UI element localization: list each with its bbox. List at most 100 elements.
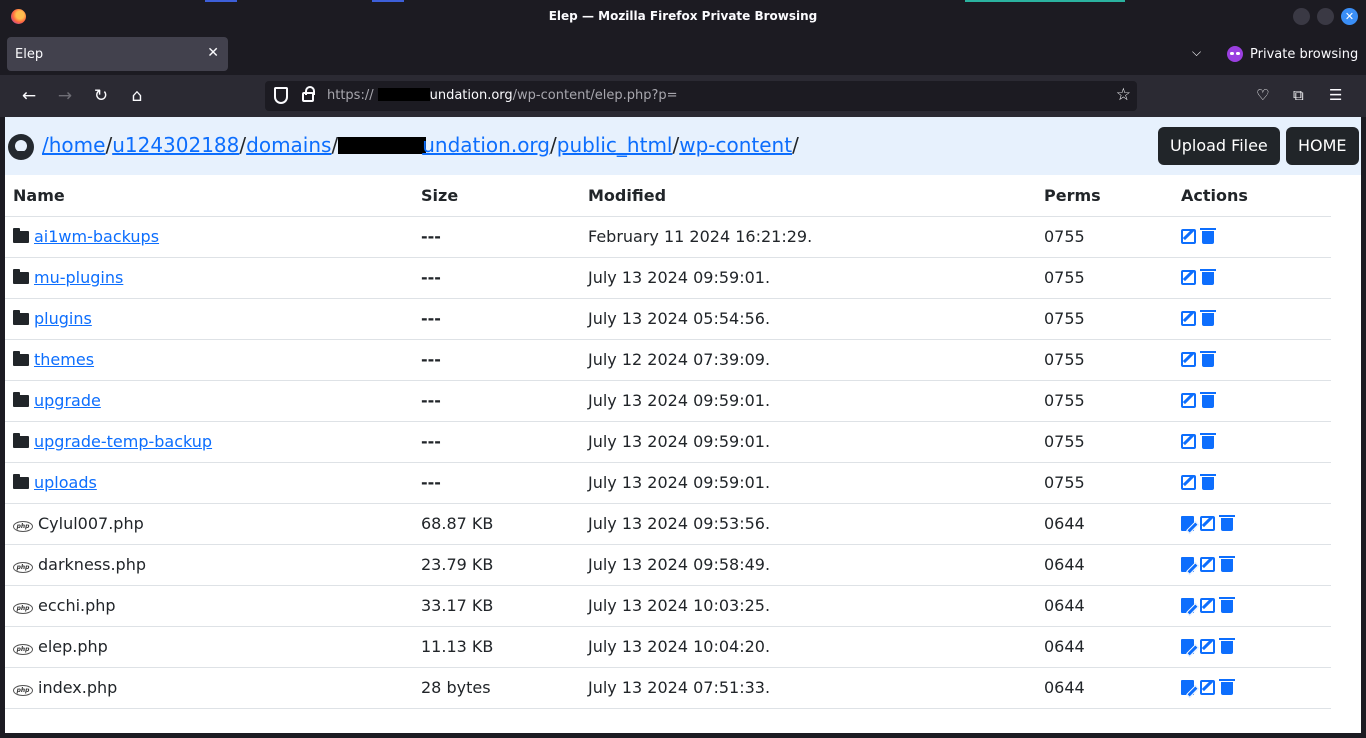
extensions-puzzle-icon[interactable]: ⧉	[1293, 86, 1304, 104]
folder-link[interactable]: upgrade-temp-backup	[34, 432, 212, 451]
folder-icon	[13, 269, 29, 284]
rename-icon[interactable]	[1200, 557, 1215, 572]
top-accent	[965, 0, 1125, 2]
delete-icon[interactable]	[1219, 679, 1235, 695]
delete-icon[interactable]	[1200, 474, 1216, 490]
cell-modified: July 13 2024 09:59:01.	[580, 421, 1036, 463]
tab-strip: Elep ✕ ⌵ Private browsing	[0, 33, 1366, 75]
folder-link[interactable]: upgrade	[34, 391, 101, 410]
file-name: Cylul007.php	[38, 514, 144, 533]
table-row: php darkness.php 23.79 KB July 13 2024 09:5…	[5, 544, 1331, 586]
cell-name: themes	[5, 339, 413, 381]
folder-link[interactable]: plugins	[34, 309, 92, 328]
edit-file-icon[interactable]	[1181, 680, 1194, 695]
reload-icon[interactable]: ↻	[91, 86, 111, 106]
rename-icon[interactable]	[1181, 475, 1196, 490]
cell-modified: July 13 2024 09:59:01.	[580, 380, 1036, 422]
bookmark-star-icon[interactable]: ☆	[1116, 85, 1131, 105]
cell-name: php index.php	[5, 667, 413, 709]
folder-icon	[13, 351, 29, 366]
breadcrumb-home[interactable]: /home	[42, 133, 105, 157]
maximize-button[interactable]	[1317, 8, 1334, 25]
rename-icon[interactable]	[1200, 639, 1215, 654]
cell-size: ---	[413, 380, 580, 422]
home-button[interactable]: HOME	[1286, 127, 1359, 165]
lock-icon[interactable]	[302, 86, 315, 102]
rename-icon[interactable]	[1181, 393, 1196, 408]
php-file-icon: php	[13, 685, 33, 696]
breadcrumb-domains[interactable]: domains	[246, 133, 331, 157]
list-all-tabs-chevron-icon[interactable]: ⌵	[1192, 45, 1201, 60]
breadcrumb-user[interactable]: u124302188	[112, 133, 239, 157]
breadcrumb-domain[interactable]: undation.org	[422, 133, 550, 157]
tracking-protection-shield-icon[interactable]	[274, 87, 288, 104]
edit-file-icon[interactable]	[1181, 639, 1194, 654]
cell-perms: 0644	[1036, 503, 1173, 545]
delete-icon[interactable]	[1219, 638, 1235, 654]
edit-file-icon[interactable]	[1181, 516, 1194, 531]
rename-icon[interactable]	[1181, 352, 1196, 367]
cell-actions	[1173, 544, 1331, 586]
cell-perms: 0755	[1036, 421, 1173, 463]
folder-link[interactable]: ai1wm-backups	[34, 227, 159, 246]
cell-perms: 0755	[1036, 216, 1173, 258]
cell-size: 33.17 KB	[413, 585, 580, 627]
pocket-icon[interactable]: ♡	[1256, 86, 1269, 104]
back-arrow-icon[interactable]: ←	[19, 86, 39, 106]
cell-name: php elep.php	[5, 626, 413, 668]
url-path: /wp-content/elep.php?p=	[512, 88, 678, 103]
rename-icon[interactable]	[1200, 516, 1215, 531]
table-row: php index.php 28 bytes July 13 2024 07:51:3…	[5, 667, 1331, 709]
cell-size: ---	[413, 462, 580, 504]
close-window-button[interactable]: ✕	[1341, 8, 1358, 25]
cell-actions	[1173, 380, 1331, 422]
url-scheme: https://	[327, 88, 374, 103]
delete-icon[interactable]	[1200, 392, 1216, 408]
minimize-button[interactable]	[1293, 8, 1310, 25]
rename-icon[interactable]	[1181, 311, 1196, 326]
url-text[interactable]: https:// undation.org/wp-content/elep.php…	[327, 88, 678, 103]
cell-size: ---	[413, 298, 580, 340]
cell-name: upgrade-temp-backup	[5, 421, 413, 463]
rename-icon[interactable]	[1181, 229, 1196, 244]
cell-name: ai1wm-backups	[5, 216, 413, 258]
delete-icon[interactable]	[1200, 228, 1216, 244]
edit-file-icon[interactable]	[1181, 598, 1194, 613]
breadcrumb-public-html[interactable]: public_html	[557, 133, 673, 157]
delete-icon[interactable]	[1219, 556, 1235, 572]
edit-file-icon[interactable]	[1181, 557, 1194, 572]
github-icon[interactable]	[8, 134, 34, 160]
delete-icon[interactable]	[1200, 269, 1216, 285]
delete-icon[interactable]	[1200, 433, 1216, 449]
tab-elep[interactable]: Elep ✕	[7, 37, 228, 71]
file-name: elep.php	[38, 637, 108, 656]
rename-icon[interactable]	[1200, 598, 1215, 613]
url-host: undation.org	[429, 88, 513, 103]
home-icon[interactable]: ⌂	[127, 86, 147, 106]
top-accent	[205, 0, 237, 2]
address-bar[interactable]: https:// undation.org/wp-content/elep.php…	[265, 81, 1137, 111]
cell-modified: July 13 2024 10:04:20.	[580, 626, 1036, 668]
rename-icon[interactable]	[1200, 680, 1215, 695]
redaction-block	[377, 88, 430, 101]
cell-modified: July 13 2024 09:53:56.	[580, 503, 1036, 545]
delete-icon[interactable]	[1219, 515, 1235, 531]
rename-icon[interactable]	[1181, 434, 1196, 449]
delete-icon[interactable]	[1200, 351, 1216, 367]
delete-icon[interactable]	[1200, 310, 1216, 326]
folder-link[interactable]: mu-plugins	[34, 268, 123, 287]
cell-modified: July 13 2024 09:59:01.	[580, 462, 1036, 504]
tab-close-icon[interactable]: ✕	[207, 45, 219, 61]
folder-link[interactable]: uploads	[34, 473, 97, 492]
folder-icon	[13, 392, 29, 407]
folder-link[interactable]: themes	[34, 350, 94, 369]
rename-icon[interactable]	[1181, 270, 1196, 285]
breadcrumb-wp-content[interactable]: wp-content	[679, 133, 792, 157]
forward-arrow-icon[interactable]: →	[55, 86, 75, 106]
cell-actions	[1173, 503, 1331, 545]
php-file-icon: php	[13, 603, 33, 614]
delete-icon[interactable]	[1219, 597, 1235, 613]
menu-hamburger-icon[interactable]: ☰	[1329, 86, 1342, 104]
cell-perms: 0644	[1036, 585, 1173, 627]
upload-file-button[interactable]: Upload Filee	[1158, 127, 1280, 165]
